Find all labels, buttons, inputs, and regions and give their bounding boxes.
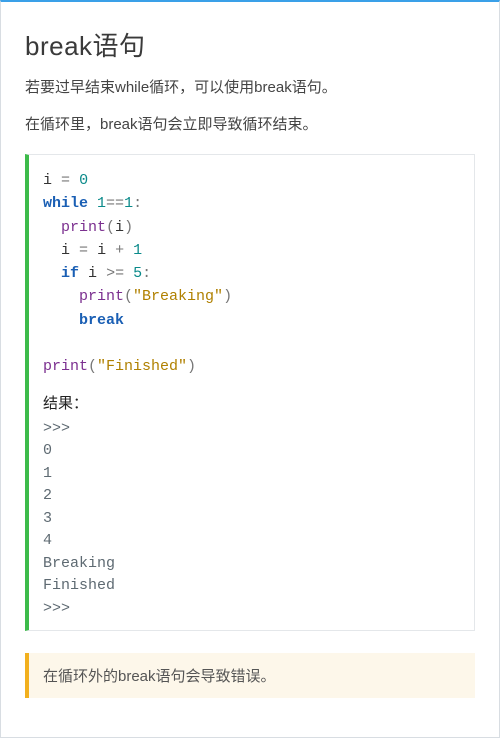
code-token: i — [88, 265, 97, 282]
code-token: = — [79, 242, 88, 259]
code-token: >= — [106, 265, 124, 282]
code-token: 5 — [133, 265, 142, 282]
code-listing: i = 0 while 1==1: print(i) i = i + 1 if … — [43, 169, 460, 378]
code-line: if i >= 5: — [43, 265, 151, 282]
code-token: "Finished" — [97, 358, 187, 375]
code-token: while — [43, 195, 88, 212]
result-output: >>> 0 1 2 3 4 Breaking Finished >>> — [43, 418, 460, 621]
code-token: : — [142, 265, 151, 282]
code-token: = — [61, 172, 70, 189]
result-label: 结果： — [43, 392, 460, 415]
code-token: 0 — [79, 172, 88, 189]
code-token: i — [97, 242, 106, 259]
code-token: print — [43, 358, 88, 375]
code-line: while 1==1: — [43, 195, 142, 212]
intro-paragraph-2: 在循环里，break语句会立即导致循环结束。 — [25, 114, 475, 137]
code-token: ) — [124, 219, 133, 236]
code-token: "Breaking" — [133, 288, 223, 305]
warning-note: 在循环外的break语句会导致错误。 — [25, 653, 475, 698]
code-token: == — [106, 195, 124, 212]
code-line: break — [43, 312, 124, 329]
code-token: i — [115, 219, 124, 236]
code-line: print(i) — [43, 219, 133, 236]
code-token: ) — [187, 358, 196, 375]
intro-paragraph-1: 若要过早结束while循环，可以使用break语句。 — [25, 77, 475, 100]
code-token: print — [79, 288, 124, 305]
code-token: ) — [223, 288, 232, 305]
code-token: + — [115, 242, 124, 259]
code-line: i = i + 1 — [43, 242, 142, 259]
code-token: 1 — [97, 195, 106, 212]
code-line: i = 0 — [43, 172, 88, 189]
code-token: if — [61, 265, 79, 282]
code-line: print("Finished") — [43, 358, 196, 375]
code-token: ( — [88, 358, 97, 375]
code-token: break — [79, 312, 124, 329]
code-example: i = 0 while 1==1: print(i) i = i + 1 if … — [25, 154, 475, 631]
code-token: ( — [106, 219, 115, 236]
document-page: break语句 若要过早结束while循环，可以使用break语句。 在循环里，… — [0, 0, 500, 738]
code-token: ( — [124, 288, 133, 305]
code-token: : — [133, 195, 142, 212]
page-title: break语句 — [25, 26, 475, 63]
code-token: print — [61, 219, 106, 236]
code-token: 1 — [133, 242, 142, 259]
code-token: i — [61, 242, 70, 259]
code-line: print("Breaking") — [43, 288, 232, 305]
code-token: i — [43, 172, 52, 189]
code-token: 1 — [124, 195, 133, 212]
